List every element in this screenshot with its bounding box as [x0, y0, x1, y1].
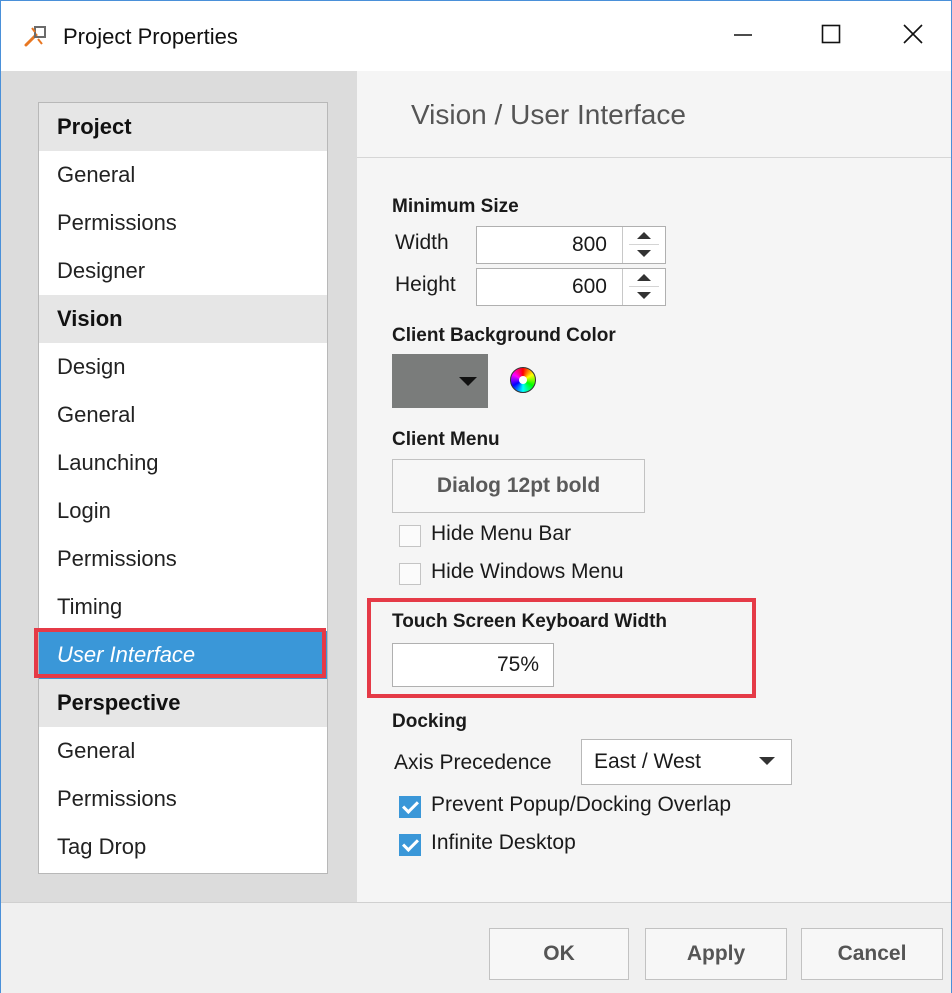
touch-keyboard-width-heading: Touch Screen Keyboard Width [392, 611, 668, 632]
height-value: 600 [571, 275, 607, 298]
tree-item-vision-launching[interactable]: Launching [39, 439, 327, 487]
increment-button[interactable] [629, 269, 659, 287]
settings-tree: Project General Permissions Designer Vis… [38, 102, 328, 874]
docking-heading: Docking [392, 711, 467, 732]
tree-group-project: Project [39, 103, 327, 151]
ok-button[interactable]: OK [489, 928, 629, 980]
axis-precedence-value: East / West [594, 750, 701, 773]
tree-item-project-permissions[interactable]: Permissions [39, 199, 327, 247]
arrow-down-icon [636, 245, 652, 263]
width-label: Width [395, 231, 449, 254]
height-label: Height [395, 273, 456, 296]
decrement-button[interactable] [629, 287, 659, 304]
tree-item-vision-general[interactable]: General [39, 391, 327, 439]
minimize-icon [732, 23, 754, 50]
color-wheel-icon[interactable] [510, 367, 536, 393]
selection-highlight-box [34, 628, 326, 678]
ignition-logo-icon [23, 23, 49, 49]
tree-item-vision-timing[interactable]: Timing [39, 583, 327, 631]
close-button[interactable] [883, 13, 943, 59]
tree-item-project-designer[interactable]: Designer [39, 247, 327, 295]
tree-item-label: General [57, 402, 136, 427]
tree-item-perspective-permissions[interactable]: Permissions [39, 775, 327, 823]
chevron-down-icon [759, 757, 775, 765]
tree-item-label: Design [57, 354, 126, 379]
axis-precedence-dropdown[interactable]: East / West [581, 739, 792, 785]
navigation-pane: Project General Permissions Designer Vis… [1, 71, 357, 902]
tree-item-label: Permissions [57, 786, 177, 811]
arrow-down-icon [636, 287, 652, 305]
height-spinner[interactable]: 600 [476, 268, 666, 306]
touch-keyboard-width-input[interactable]: 75% [392, 643, 554, 687]
tree-item-vision-login[interactable]: Login [39, 487, 327, 535]
width-spinner-arrows [622, 227, 665, 263]
tree-item-label: Permissions [57, 210, 177, 235]
minimum-size-heading: Minimum Size [392, 196, 519, 217]
tree-item-label: Login [57, 498, 111, 523]
dialog-body: Project General Permissions Designer Vis… [1, 71, 951, 902]
tree-item-label: Permissions [57, 546, 177, 571]
tree-group-label: Vision [57, 306, 123, 331]
window-title: Project Properties [63, 24, 238, 49]
close-icon [902, 23, 924, 50]
tree-item-label: Timing [57, 594, 123, 619]
tree-item-label: Designer [57, 258, 146, 283]
tree-group-vision: Vision [39, 295, 327, 343]
decrement-button[interactable] [629, 245, 659, 262]
arrow-up-icon [636, 269, 652, 287]
tree-group-label: Perspective [57, 690, 181, 715]
arrow-up-icon [636, 227, 652, 245]
dialog-footer: OK Apply Cancel [1, 902, 951, 993]
title-bar[interactable]: Project Properties [1, 1, 951, 71]
settings-pane: Vision / User Interface Minimum Size Wid… [357, 71, 951, 902]
hide-windows-menu-checkbox[interactable] [399, 563, 421, 585]
tree-item-label: Launching [57, 450, 159, 475]
client-menu-heading: Client Menu [392, 429, 500, 450]
minimize-button[interactable] [713, 13, 773, 59]
client-background-color-heading: Client Background Color [392, 325, 616, 346]
section-header: Vision / User Interface [357, 71, 951, 158]
tree-group-perspective: Perspective [39, 679, 327, 727]
menu-font-button[interactable]: Dialog 12pt bold [392, 459, 645, 513]
caret-down-icon [459, 377, 477, 386]
cancel-button[interactable]: Cancel [801, 928, 943, 980]
tree-item-project-general[interactable]: General [39, 151, 327, 199]
tree-item-perspective-general[interactable]: General [39, 727, 327, 775]
maximize-icon [820, 23, 842, 50]
width-spinner[interactable]: 800 [476, 226, 666, 264]
section-title: Vision / User Interface [411, 99, 686, 130]
increment-button[interactable] [629, 227, 659, 245]
infinite-desktop-label: Infinite Desktop [431, 831, 576, 854]
axis-precedence-label: Axis Precedence [394, 751, 552, 774]
width-value: 800 [571, 233, 607, 256]
project-properties-window: Project Properties Project General Permi… [0, 0, 952, 993]
tree-item-vision-permissions[interactable]: Permissions [39, 535, 327, 583]
maximize-button[interactable] [801, 13, 861, 59]
tree-item-label: General [57, 738, 136, 763]
tree-item-label: General [57, 162, 136, 187]
hide-windows-menu-label: Hide Windows Menu [431, 560, 624, 583]
hide-menu-bar-checkbox[interactable] [399, 525, 421, 547]
touch-keyboard-width-value: 75% [496, 653, 539, 676]
apply-button[interactable]: Apply [645, 928, 787, 980]
tree-group-label: Project [57, 114, 132, 139]
tree-item-vision-design[interactable]: Design [39, 343, 327, 391]
prevent-overlap-checkbox[interactable] [399, 796, 421, 818]
tree-item-perspective-tag-drop[interactable]: Tag Drop [39, 823, 327, 871]
prevent-overlap-label: Prevent Popup/Docking Overlap [431, 793, 731, 816]
hide-menu-bar-label: Hide Menu Bar [431, 522, 572, 545]
height-spinner-arrows [622, 269, 665, 305]
infinite-desktop-checkbox[interactable] [399, 834, 421, 856]
tree-item-label: Tag Drop [57, 834, 147, 859]
